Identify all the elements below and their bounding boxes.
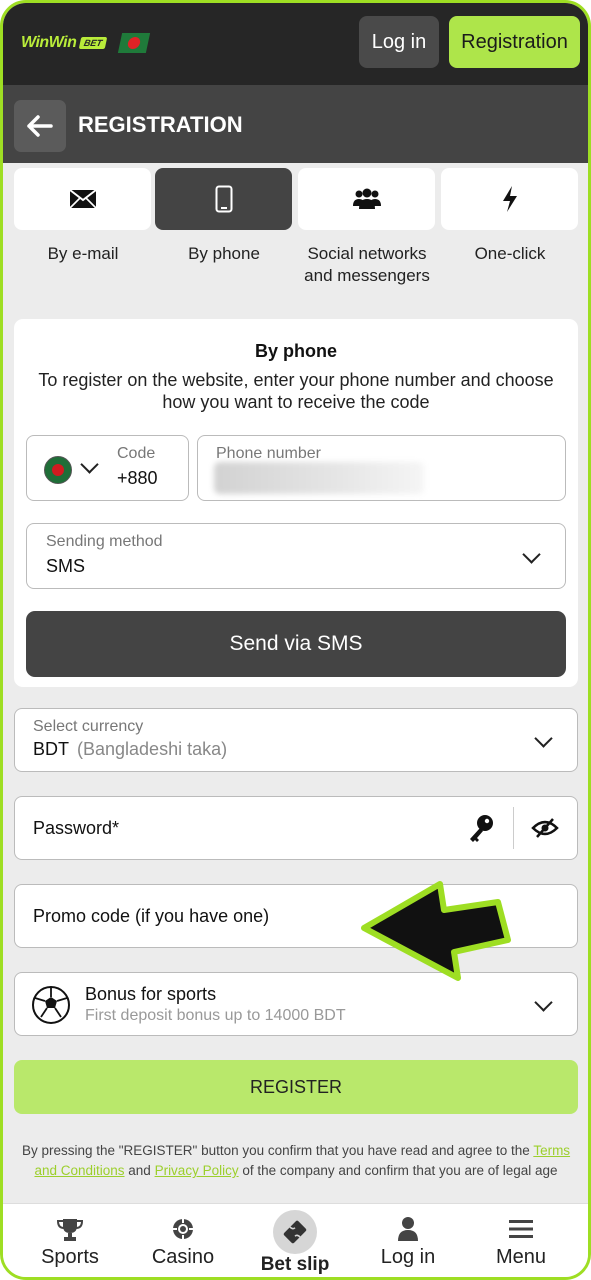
- phone-number-label: Phone number: [216, 445, 321, 462]
- register-button[interactable]: REGISTER: [14, 1060, 578, 1114]
- title-bar: REGISTRATION: [3, 85, 588, 163]
- nav-menu-label: Menu: [495, 1246, 547, 1268]
- pointer-arrow-annotation: [361, 881, 511, 981]
- trophy-icon: [57, 1219, 83, 1241]
- nav-bet-slip-label: Bet slip: [260, 1254, 330, 1275]
- card-title: By phone: [254, 341, 337, 361]
- ticket-icon: [283, 1220, 307, 1244]
- sending-method-label: Sending method: [46, 533, 163, 550]
- casino-chip-icon: [173, 1219, 193, 1239]
- nav-menu[interactable]: Menu: [466, 1204, 576, 1277]
- tab-label-social: Social networks and messengers: [287, 243, 447, 287]
- nav-login[interactable]: Log in: [353, 1204, 463, 1277]
- currency-code: BDT: [33, 739, 69, 759]
- tab-by-email[interactable]: [14, 168, 151, 230]
- app-frame: WinWin BET Log in Registration REGISTRAT…: [0, 0, 591, 1280]
- currency-name: (Bangladeshi taka): [77, 739, 228, 759]
- phone-number-value-blurred: [214, 462, 424, 494]
- legal-disclaimer: By pressing the "REGISTER" button you co…: [17, 1141, 575, 1181]
- bangladesh-flag-icon: [118, 33, 151, 53]
- lightning-icon: [502, 186, 517, 212]
- page-title: REGISTRATION: [78, 112, 243, 137]
- sending-method-select[interactable]: Sending method SMS: [26, 523, 566, 589]
- chevron-down-icon: [80, 455, 99, 474]
- promo-code-placeholder: Promo code (if you have one): [33, 906, 270, 926]
- nav-sports[interactable]: Sports: [15, 1204, 125, 1277]
- sending-method-value: SMS: [46, 556, 86, 576]
- envelope-icon: [68, 189, 97, 209]
- legal-text-3: of the company and confirm that you are …: [238, 1163, 558, 1178]
- password-input[interactable]: Password*: [14, 796, 578, 860]
- field-divider: [513, 807, 514, 849]
- top-header: WinWin BET Log in Registration: [3, 3, 588, 85]
- registration-button[interactable]: Registration: [449, 16, 580, 68]
- bangladesh-flag-icon: [44, 456, 72, 484]
- nav-casino-label: Casino: [151, 1246, 215, 1268]
- legal-text-1: By pressing the "REGISTER" button you co…: [21, 1143, 534, 1158]
- tab-by-phone[interactable]: [155, 168, 292, 230]
- chevron-down-icon: [534, 993, 553, 1012]
- user-icon: [398, 1217, 418, 1241]
- chevron-down-icon: [534, 729, 553, 748]
- chevron-down-icon: [522, 545, 541, 564]
- nav-login-label: Log in: [380, 1246, 436, 1268]
- bottom-navigation: Sports Casino Bet slip Log in Menu: [3, 1203, 588, 1277]
- tab-label-social-line2: and messengers: [304, 266, 430, 285]
- currency-select[interactable]: Select currency BDT (Bangladeshi taka): [14, 708, 578, 772]
- login-button[interactable]: Log in: [359, 16, 439, 68]
- soccer-ball-icon: [32, 986, 70, 1024]
- code-label: Code: [117, 445, 156, 462]
- phone-number-input[interactable]: Phone number: [197, 435, 566, 501]
- currency-label: Select currency: [33, 718, 144, 735]
- tab-label-phone: By phone: [188, 244, 260, 263]
- privacy-policy-link[interactable]: Privacy Policy: [155, 1163, 239, 1178]
- tab-label-email: By e-mail: [47, 244, 119, 263]
- logo-badge: BET: [79, 37, 108, 49]
- nav-bet-slip[interactable]: Bet slip: [240, 1204, 350, 1277]
- phone-registration-card: By phone To register on the website, ent…: [14, 319, 578, 687]
- bonus-subtitle: First deposit bonus up to 14000 BDT: [85, 1007, 346, 1024]
- bet-slip-icon-bg: [273, 1210, 317, 1254]
- card-description: To register on the website, enter your p…: [38, 370, 554, 412]
- tab-one-click[interactable]: [441, 168, 578, 230]
- tab-label-social-line1: Social networks: [307, 244, 427, 263]
- hamburger-menu-icon: [509, 1220, 533, 1238]
- smartphone-icon: [215, 185, 232, 213]
- eye-slash-icon[interactable]: [531, 817, 559, 839]
- country-code-select[interactable]: Code +880: [26, 435, 189, 501]
- tab-label-one-click: One-click: [474, 244, 546, 263]
- nav-casino[interactable]: Casino: [128, 1204, 238, 1277]
- people-icon: [352, 188, 381, 209]
- winwin-logo[interactable]: WinWin BET: [21, 33, 151, 53]
- nav-sports-label: Sports: [41, 1246, 99, 1268]
- send-via-sms-button[interactable]: Send via SMS: [26, 611, 566, 677]
- tab-social-networks[interactable]: [298, 168, 435, 230]
- back-button[interactable]: [14, 100, 66, 152]
- arrow-left-icon: [27, 115, 53, 137]
- key-icon[interactable]: [467, 813, 495, 843]
- password-placeholder: Password*: [33, 818, 120, 838]
- legal-text-2: and: [124, 1163, 155, 1178]
- logo-text: WinWin: [21, 34, 77, 51]
- code-value: +880: [117, 468, 158, 488]
- bonus-title: Bonus for sports: [85, 984, 217, 1004]
